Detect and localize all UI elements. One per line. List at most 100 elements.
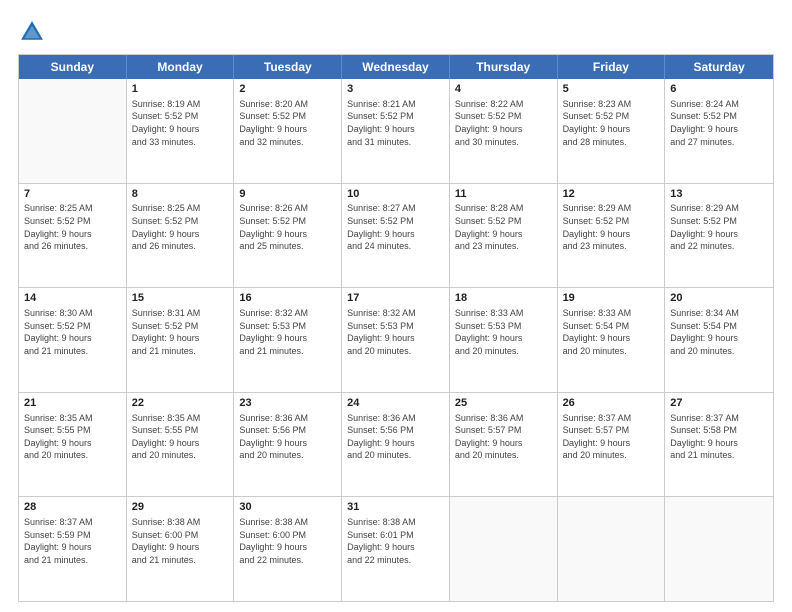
cell-day-number: 12 [563, 187, 660, 202]
cell-day-number: 22 [132, 396, 229, 411]
calendar-cell: 17Sunrise: 8:32 AMSunset: 5:53 PMDayligh… [342, 288, 450, 392]
calendar-cell: 2Sunrise: 8:20 AMSunset: 5:52 PMDaylight… [234, 79, 342, 183]
cell-day-number: 5 [563, 82, 660, 97]
calendar-row-2: 14Sunrise: 8:30 AMSunset: 5:52 PMDayligh… [19, 287, 773, 392]
calendar-cell: 12Sunrise: 8:29 AMSunset: 5:52 PMDayligh… [558, 184, 666, 288]
cell-day-number: 18 [455, 291, 552, 306]
weekday-header-friday: Friday [558, 55, 666, 79]
calendar-cell: 21Sunrise: 8:35 AMSunset: 5:55 PMDayligh… [19, 393, 127, 497]
cell-day-number: 21 [24, 396, 121, 411]
calendar-cell: 16Sunrise: 8:32 AMSunset: 5:53 PMDayligh… [234, 288, 342, 392]
weekday-header-monday: Monday [127, 55, 235, 79]
calendar-cell: 26Sunrise: 8:37 AMSunset: 5:57 PMDayligh… [558, 393, 666, 497]
cell-day-number: 25 [455, 396, 552, 411]
calendar-cell: 9Sunrise: 8:26 AMSunset: 5:52 PMDaylight… [234, 184, 342, 288]
weekday-header-thursday: Thursday [450, 55, 558, 79]
calendar-cell: 7Sunrise: 8:25 AMSunset: 5:52 PMDaylight… [19, 184, 127, 288]
calendar-cell: 11Sunrise: 8:28 AMSunset: 5:52 PMDayligh… [450, 184, 558, 288]
cell-day-number: 24 [347, 396, 444, 411]
cell-info: Sunrise: 8:37 AMSunset: 5:59 PMDaylight:… [24, 516, 121, 566]
calendar-cell: 6Sunrise: 8:24 AMSunset: 5:52 PMDaylight… [665, 79, 773, 183]
cell-day-number: 27 [670, 396, 768, 411]
cell-day-number: 31 [347, 500, 444, 515]
calendar-cell: 1Sunrise: 8:19 AMSunset: 5:52 PMDaylight… [127, 79, 235, 183]
cell-info: Sunrise: 8:19 AMSunset: 5:52 PMDaylight:… [132, 98, 229, 148]
calendar-cell: 25Sunrise: 8:36 AMSunset: 5:57 PMDayligh… [450, 393, 558, 497]
weekday-header-saturday: Saturday [665, 55, 773, 79]
calendar-row-4: 28Sunrise: 8:37 AMSunset: 5:59 PMDayligh… [19, 496, 773, 601]
calendar-cell: 24Sunrise: 8:36 AMSunset: 5:56 PMDayligh… [342, 393, 450, 497]
cell-info: Sunrise: 8:29 AMSunset: 5:52 PMDaylight:… [563, 202, 660, 252]
cell-day-number: 4 [455, 82, 552, 97]
cell-info: Sunrise: 8:33 AMSunset: 5:54 PMDaylight:… [563, 307, 660, 357]
calendar-body: 1Sunrise: 8:19 AMSunset: 5:52 PMDaylight… [19, 79, 773, 601]
cell-info: Sunrise: 8:28 AMSunset: 5:52 PMDaylight:… [455, 202, 552, 252]
cell-day-number: 6 [670, 82, 768, 97]
calendar-cell: 20Sunrise: 8:34 AMSunset: 5:54 PMDayligh… [665, 288, 773, 392]
cell-info: Sunrise: 8:35 AMSunset: 5:55 PMDaylight:… [24, 412, 121, 462]
cell-day-number: 20 [670, 291, 768, 306]
calendar-header: SundayMondayTuesdayWednesdayThursdayFrid… [19, 55, 773, 79]
cell-day-number: 23 [239, 396, 336, 411]
cell-day-number: 19 [563, 291, 660, 306]
cell-info: Sunrise: 8:36 AMSunset: 5:56 PMDaylight:… [239, 412, 336, 462]
weekday-header-wednesday: Wednesday [342, 55, 450, 79]
logo [18, 18, 50, 46]
calendar-cell [558, 497, 666, 601]
cell-day-number: 2 [239, 82, 336, 97]
cell-info: Sunrise: 8:32 AMSunset: 5:53 PMDaylight:… [347, 307, 444, 357]
calendar-cell: 31Sunrise: 8:38 AMSunset: 6:01 PMDayligh… [342, 497, 450, 601]
cell-day-number: 7 [24, 187, 121, 202]
cell-day-number: 26 [563, 396, 660, 411]
cell-info: Sunrise: 8:37 AMSunset: 5:57 PMDaylight:… [563, 412, 660, 462]
cell-info: Sunrise: 8:30 AMSunset: 5:52 PMDaylight:… [24, 307, 121, 357]
cell-day-number: 28 [24, 500, 121, 515]
calendar-cell: 10Sunrise: 8:27 AMSunset: 5:52 PMDayligh… [342, 184, 450, 288]
cell-info: Sunrise: 8:36 AMSunset: 5:57 PMDaylight:… [455, 412, 552, 462]
calendar-cell: 18Sunrise: 8:33 AMSunset: 5:53 PMDayligh… [450, 288, 558, 392]
weekday-header-sunday: Sunday [19, 55, 127, 79]
cell-info: Sunrise: 8:33 AMSunset: 5:53 PMDaylight:… [455, 307, 552, 357]
cell-info: Sunrise: 8:27 AMSunset: 5:52 PMDaylight:… [347, 202, 444, 252]
cell-info: Sunrise: 8:24 AMSunset: 5:52 PMDaylight:… [670, 98, 768, 148]
cell-day-number: 1 [132, 82, 229, 97]
calendar-cell: 15Sunrise: 8:31 AMSunset: 5:52 PMDayligh… [127, 288, 235, 392]
cell-day-number: 8 [132, 187, 229, 202]
cell-day-number: 13 [670, 187, 768, 202]
calendar-cell: 13Sunrise: 8:29 AMSunset: 5:52 PMDayligh… [665, 184, 773, 288]
header [18, 18, 774, 46]
cell-info: Sunrise: 8:34 AMSunset: 5:54 PMDaylight:… [670, 307, 768, 357]
calendar-cell: 23Sunrise: 8:36 AMSunset: 5:56 PMDayligh… [234, 393, 342, 497]
cell-info: Sunrise: 8:29 AMSunset: 5:52 PMDaylight:… [670, 202, 768, 252]
calendar-cell [450, 497, 558, 601]
cell-info: Sunrise: 8:38 AMSunset: 6:00 PMDaylight:… [239, 516, 336, 566]
cell-info: Sunrise: 8:26 AMSunset: 5:52 PMDaylight:… [239, 202, 336, 252]
calendar-cell: 27Sunrise: 8:37 AMSunset: 5:58 PMDayligh… [665, 393, 773, 497]
cell-day-number: 17 [347, 291, 444, 306]
cell-info: Sunrise: 8:25 AMSunset: 5:52 PMDaylight:… [132, 202, 229, 252]
calendar-cell: 4Sunrise: 8:22 AMSunset: 5:52 PMDaylight… [450, 79, 558, 183]
calendar-cell: 8Sunrise: 8:25 AMSunset: 5:52 PMDaylight… [127, 184, 235, 288]
calendar-cell: 19Sunrise: 8:33 AMSunset: 5:54 PMDayligh… [558, 288, 666, 392]
calendar-cell: 3Sunrise: 8:21 AMSunset: 5:52 PMDaylight… [342, 79, 450, 183]
cell-day-number: 15 [132, 291, 229, 306]
calendar-cell [665, 497, 773, 601]
calendar-cell: 28Sunrise: 8:37 AMSunset: 5:59 PMDayligh… [19, 497, 127, 601]
calendar-row-3: 21Sunrise: 8:35 AMSunset: 5:55 PMDayligh… [19, 392, 773, 497]
cell-day-number: 11 [455, 187, 552, 202]
cell-day-number: 10 [347, 187, 444, 202]
calendar-cell: 5Sunrise: 8:23 AMSunset: 5:52 PMDaylight… [558, 79, 666, 183]
cell-info: Sunrise: 8:23 AMSunset: 5:52 PMDaylight:… [563, 98, 660, 148]
cell-info: Sunrise: 8:22 AMSunset: 5:52 PMDaylight:… [455, 98, 552, 148]
cell-info: Sunrise: 8:20 AMSunset: 5:52 PMDaylight:… [239, 98, 336, 148]
calendar-row-0: 1Sunrise: 8:19 AMSunset: 5:52 PMDaylight… [19, 79, 773, 183]
page: SundayMondayTuesdayWednesdayThursdayFrid… [0, 0, 792, 612]
weekday-header-tuesday: Tuesday [234, 55, 342, 79]
cell-day-number: 30 [239, 500, 336, 515]
calendar-row-1: 7Sunrise: 8:25 AMSunset: 5:52 PMDaylight… [19, 183, 773, 288]
cell-info: Sunrise: 8:25 AMSunset: 5:52 PMDaylight:… [24, 202, 121, 252]
logo-icon [18, 18, 46, 46]
cell-day-number: 9 [239, 187, 336, 202]
cell-info: Sunrise: 8:38 AMSunset: 6:00 PMDaylight:… [132, 516, 229, 566]
cell-day-number: 3 [347, 82, 444, 97]
